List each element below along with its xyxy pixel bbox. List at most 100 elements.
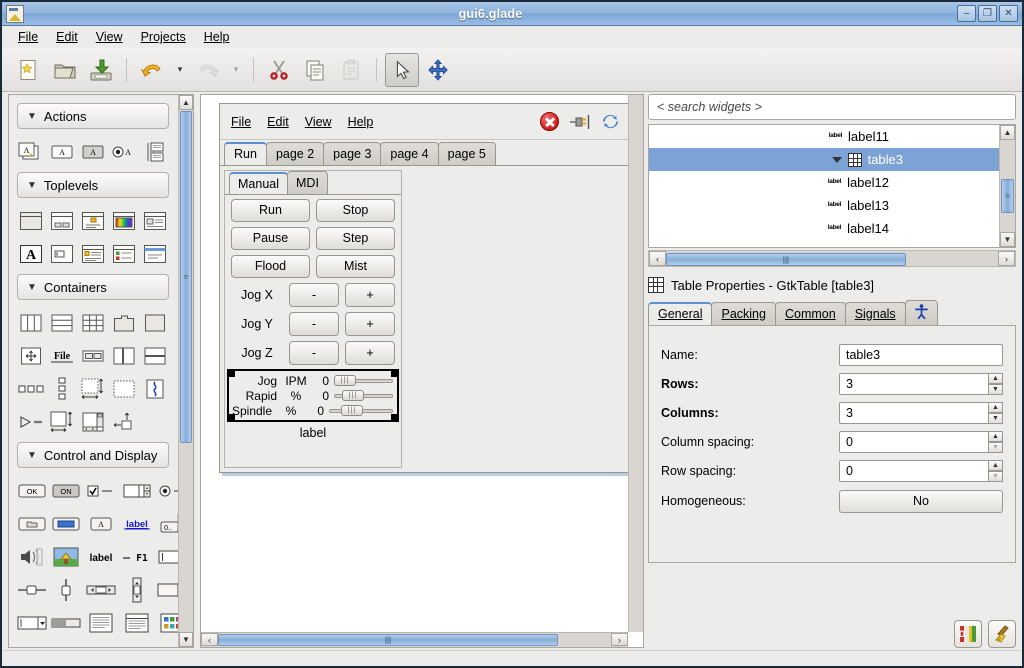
design-canvas[interactable]: File Edit View Help Run page 2 page 3 pa…	[200, 94, 644, 648]
paste-button[interactable]	[334, 53, 368, 87]
refresh-icon[interactable]	[601, 112, 620, 131]
designed-tab-page5[interactable]: page 5	[437, 142, 496, 165]
palette-scroll-down-button[interactable]: ▼	[179, 632, 193, 647]
property-button-homogeneous[interactable]: No	[839, 489, 1003, 513]
vscale-item[interactable]	[49, 573, 83, 606]
rows-increment-button[interactable]: ▲	[988, 372, 1003, 384]
font-selection-dialog-item[interactable]: A	[15, 237, 46, 270]
button-item[interactable]: OK	[15, 474, 49, 507]
open-button[interactable]	[48, 53, 82, 87]
slider-rapid-thumb[interactable]: |||	[342, 390, 364, 401]
file-chooser-widget-item[interactable]: File	[46, 339, 77, 372]
tree-row-label14[interactable]: label label14	[649, 217, 999, 240]
copy-button[interactable]	[298, 53, 332, 87]
accel-label-item[interactable]: F1	[119, 540, 155, 573]
message-dialog-item[interactable]	[77, 204, 108, 237]
plug-icon[interactable]	[568, 114, 592, 130]
file-chooser-button-item[interactable]	[15, 507, 49, 540]
search-widgets-field[interactable]: < search widgets >	[648, 94, 1016, 120]
palette-scrollbar-thumb[interactable]: ≡	[180, 111, 192, 443]
designed-tab-page2[interactable]: page 2	[265, 142, 325, 165]
redo-button[interactable]	[191, 53, 225, 87]
canvas-hscrollbar-thumb[interactable]: |||	[218, 634, 558, 646]
designed-tab-page3[interactable]: page 3	[323, 142, 382, 165]
redo-dropdown[interactable]: ▾	[227, 53, 245, 87]
property-input-row-spacing[interactable]: 0	[839, 459, 988, 482]
hscrollbar-item[interactable]	[83, 573, 119, 606]
tab-general[interactable]: General	[648, 302, 713, 325]
slider-spindle[interactable]: |||	[329, 405, 393, 416]
undo-dropdown[interactable]: ▾	[171, 53, 189, 87]
menu-edit[interactable]: Edit	[48, 28, 86, 46]
tree-row-label12[interactable]: label label12	[649, 171, 999, 194]
tab-packing[interactable]: Packing	[711, 302, 776, 325]
hscale-item[interactable]	[15, 573, 49, 606]
hpaned-item[interactable]	[109, 339, 140, 372]
offscreen-window-item[interactable]	[140, 237, 171, 270]
clear-button[interactable]	[988, 620, 1016, 648]
column-spacing-increment-button[interactable]: ▲	[988, 430, 1003, 442]
event-box-item[interactable]	[109, 372, 140, 405]
tree-vscrollbar-thumb[interactable]: ≡	[1001, 179, 1014, 213]
label-item[interactable]: label	[83, 540, 119, 573]
pause-button[interactable]: Pause	[231, 227, 310, 250]
toggle-button-item[interactable]: ON	[49, 474, 83, 507]
toolbar-item[interactable]	[15, 372, 46, 405]
recent-action-item[interactable]	[140, 135, 171, 168]
canvas-horizontal-scrollbar[interactable]: ‹ ||| ›	[201, 632, 628, 647]
tab-common[interactable]: Common	[774, 302, 846, 325]
menu-help[interactable]: Help	[196, 28, 238, 46]
run-button[interactable]: Run	[231, 199, 310, 222]
tab-accessibility[interactable]	[904, 300, 938, 325]
maximize-button[interactable]: ❐	[978, 5, 997, 22]
arrow-container-item[interactable]	[15, 405, 46, 438]
minimize-button[interactable]: –	[957, 5, 976, 22]
tree-vertical-scrollbar[interactable]: ▲ ≡ ▼	[999, 125, 1015, 247]
widget-tree[interactable]: label label11 table3 label label12 label…	[648, 124, 1016, 248]
frame-item[interactable]	[140, 306, 171, 339]
property-input-rows[interactable]: 3	[839, 372, 988, 395]
palette-section-toplevels[interactable]: ▼ Toplevels	[17, 172, 169, 198]
flood-button[interactable]: Flood	[231, 255, 310, 278]
tab-signals[interactable]: Signals	[844, 302, 906, 325]
palette-section-actions[interactable]: ▼ Actions	[17, 103, 169, 129]
jog-x-minus-button[interactable]: -	[289, 283, 339, 307]
property-input-name[interactable]: table3	[839, 343, 1003, 366]
close-button[interactable]: ✕	[999, 5, 1018, 22]
drag-resize-tool[interactable]	[421, 53, 455, 87]
scrolled-window-item[interactable]	[46, 405, 77, 438]
canvas-scroll-left-button[interactable]: ‹	[201, 633, 218, 646]
alignment-item[interactable]	[15, 339, 46, 372]
designed-menu-help[interactable]: Help	[341, 113, 381, 131]
mist-button[interactable]: Mist	[316, 255, 395, 278]
row-spacing-increment-button[interactable]: ▲	[988, 459, 1003, 471]
hbutton-box-item[interactable]	[77, 339, 108, 372]
undo-button[interactable]	[135, 53, 169, 87]
file-chooser-dialog-item[interactable]	[140, 204, 171, 237]
palette-section-control-display[interactable]: ▼ Control and Display	[17, 442, 169, 468]
slider-jog[interactable]: |||	[334, 375, 393, 386]
step-button[interactable]: Step	[316, 227, 395, 250]
designed-menu-file[interactable]: File	[224, 113, 258, 131]
designed-tab-manual[interactable]: Manual	[229, 172, 288, 194]
rows-decrement-button[interactable]: ▼	[988, 383, 1003, 395]
layout-item[interactable]	[77, 405, 108, 438]
combo-box-entry-item[interactable]	[15, 606, 49, 639]
row-spacing-decrement-button[interactable]: ▼	[988, 470, 1003, 482]
tree-scroll-down-button[interactable]: ▼	[1000, 232, 1015, 247]
canvas-vertical-scrollbar[interactable]	[628, 95, 643, 632]
slider-spindle-thumb[interactable]: |||	[341, 405, 363, 416]
vpaned-item[interactable]	[140, 339, 171, 372]
devhelp-button[interactable]: D	[954, 620, 982, 648]
menu-file[interactable]: File	[10, 28, 46, 46]
text-view-item[interactable]	[83, 606, 119, 639]
tree-horizontal-scrollbar[interactable]: ‹ ||| ›	[648, 250, 1016, 267]
canvas-scroll-right-button[interactable]: ›	[611, 633, 628, 646]
color-selection-dialog-item[interactable]	[109, 204, 140, 237]
designed-window[interactable]: File Edit View Help Run page 2 page 3 pa…	[219, 103, 633, 473]
palette-scrollbar[interactable]: ▲ ≡ ▼	[178, 95, 193, 647]
image-item[interactable]	[49, 540, 83, 573]
save-button[interactable]	[84, 53, 118, 87]
property-input-columns[interactable]: 3	[839, 401, 988, 424]
designed-tab-page4[interactable]: page 4	[380, 142, 439, 165]
